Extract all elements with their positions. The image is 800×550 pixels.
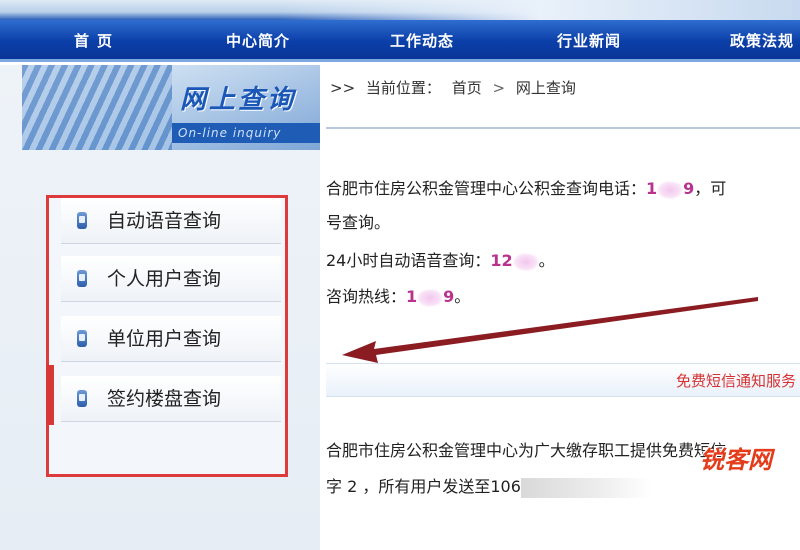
main-content: >> 当前位置： 首页 > 网上查询 合肥市住房公积金管理中心公积金查询电话：1… bbox=[320, 65, 800, 550]
sidebar-item-voice-query[interactable]: 自动语音查询 bbox=[61, 198, 281, 244]
query-phone-line-cont: 号查询。 bbox=[326, 213, 391, 232]
sidebar-subtitle: On-line inquiry bbox=[172, 123, 320, 143]
sidebar-title: 网上查询 bbox=[180, 85, 297, 115]
banner-shine bbox=[280, 0, 800, 20]
breadcrumb-label: 当前位置： bbox=[365, 79, 441, 97]
query-phone-tail: ，可 bbox=[694, 179, 727, 198]
query-menu-highlight: 自动语音查询 个人用户查询 单位用户查询 签约楼盘查询 bbox=[46, 195, 288, 477]
annotation-arrow-icon bbox=[342, 297, 758, 363]
phone-icon bbox=[77, 270, 87, 287]
left-sidebar: 网上查询 On-line inquiry 自动语音查询 个人用户查询 单位用户查… bbox=[0, 65, 320, 550]
phone-number-start: 1 bbox=[646, 179, 658, 198]
site-watermark: 锐客网 bbox=[700, 446, 772, 474]
nav-about[interactable]: 中心简介 bbox=[226, 20, 290, 62]
breadcrumb-home-link[interactable]: 首页 bbox=[452, 79, 482, 97]
phone-icon bbox=[77, 212, 87, 229]
sidebar-item-label: 单位用户查询 bbox=[107, 328, 222, 350]
nav-policies[interactable]: 政策法规 bbox=[730, 20, 794, 62]
phone-number-end: 9 bbox=[683, 179, 695, 198]
nav-work-news[interactable]: 工作动态 bbox=[390, 20, 454, 62]
sms-notice-link[interactable]: 免费短信通知服务 bbox=[676, 370, 796, 391]
redacted-digits bbox=[512, 252, 539, 271]
nav-home[interactable]: 首页 bbox=[74, 20, 120, 62]
phone-icon bbox=[77, 390, 87, 407]
redacted-number bbox=[520, 477, 651, 498]
nav-industry-news[interactable]: 行业新闻 bbox=[557, 20, 621, 62]
voice-query-tail: 。 bbox=[538, 251, 555, 270]
voice-query-line: 24小时自动语音查询：12 。 bbox=[326, 247, 555, 271]
breadcrumb-divider bbox=[326, 127, 800, 129]
breadcrumb-current: 网上查询 bbox=[515, 79, 576, 97]
sms-send-text: 字 2 ，所有用户发送至106 bbox=[326, 477, 521, 496]
sidebar-item-personal-query[interactable]: 个人用户查询 bbox=[61, 256, 281, 302]
query-phone-line: 合肥市住房公积金管理中心公积金查询电话：1 9，可 bbox=[326, 175, 726, 199]
query-phone-text: 合肥市住房公积金管理中心公积金查询电话： bbox=[326, 179, 647, 198]
breadcrumb-prefix: >> bbox=[330, 79, 356, 97]
sidebar-item-company-query[interactable]: 单位用户查询 bbox=[61, 316, 281, 362]
sidebar-item-label: 自动语音查询 bbox=[107, 210, 222, 232]
active-item-marker bbox=[46, 365, 54, 425]
main-nav: 首页 中心简介 工作动态 行业新闻 政策法规 bbox=[0, 20, 800, 62]
sms-notice-bar: 免费短信通知服务 bbox=[326, 363, 800, 397]
sms-send-line: 字 2 ，所有用户发送至106 bbox=[326, 473, 651, 498]
sidebar-item-label: 个人用户查询 bbox=[107, 268, 222, 290]
voice-query-text: 24小时自动语音查询： bbox=[326, 251, 491, 270]
breadcrumb-separator: > bbox=[492, 79, 506, 97]
voice-number-start: 12 bbox=[490, 251, 513, 270]
sidebar-item-property-query[interactable]: 签约楼盘查询 bbox=[61, 376, 281, 422]
top-banner bbox=[0, 0, 800, 20]
phone-icon bbox=[77, 330, 87, 347]
sms-service-line: 合肥市住房公积金管理中心为广大缴存职工提供免费短信 bbox=[326, 441, 727, 460]
sidebar-header: 网上查询 On-line inquiry bbox=[22, 65, 320, 150]
building-graphic bbox=[22, 65, 172, 150]
breadcrumb: >> 当前位置： 首页 > 网上查询 bbox=[330, 77, 582, 99]
redacted-digits bbox=[657, 180, 684, 199]
sidebar-item-label: 签约楼盘查询 bbox=[107, 388, 222, 410]
